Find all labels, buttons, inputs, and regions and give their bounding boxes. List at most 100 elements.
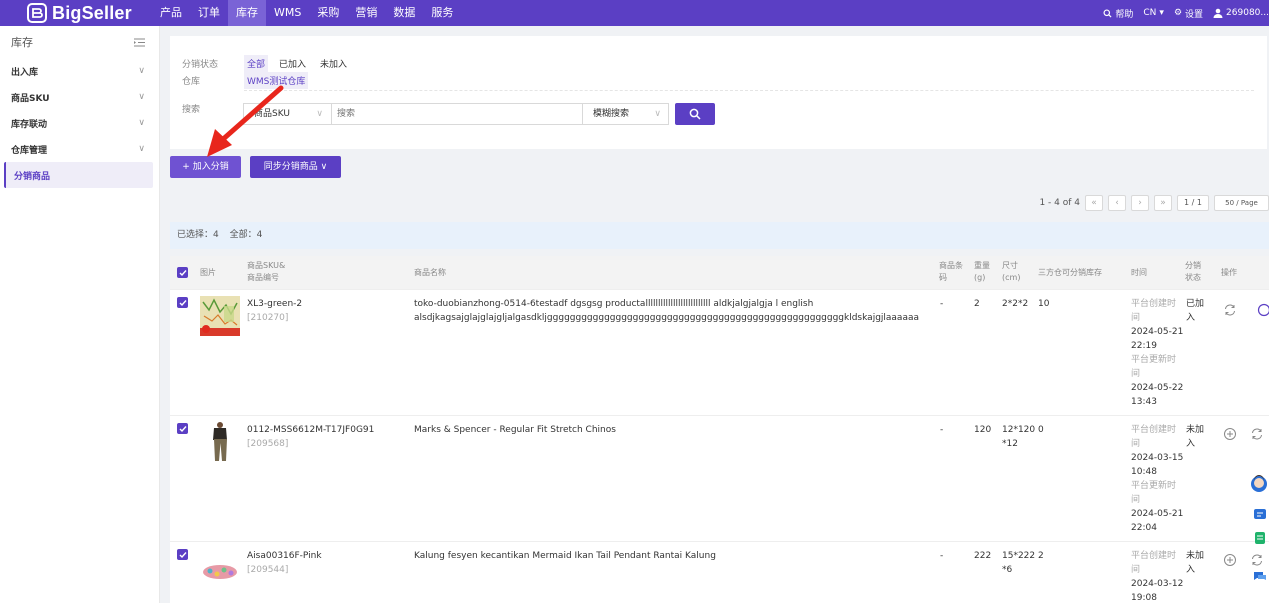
last-page-button[interactable]: » [1154, 195, 1172, 211]
search-mode-select[interactable]: 模糊搜索 ∨ [582, 104, 669, 124]
status-option-not-joined[interactable]: 未加入 [317, 55, 350, 72]
nav-item-product[interactable]: 产品 [152, 0, 190, 26]
nav-item-order[interactable]: 订单 [190, 0, 228, 26]
row-checkbox[interactable] [177, 423, 188, 434]
row-barcode: - [940, 551, 944, 561]
first-page-button[interactable]: « [1085, 195, 1103, 211]
assistant-avatar-icon[interactable] [1251, 472, 1267, 496]
select-all-checkbox[interactable] [177, 267, 188, 278]
row-time-line5: 平台更新时 [1131, 355, 1177, 365]
user-menu[interactable]: 269080... [1213, 8, 1269, 18]
row-time-line6: 间 [1131, 495, 1141, 505]
nav-item-marketing[interactable]: 营销 [347, 0, 385, 26]
nav-item-data[interactable]: 数据 [385, 0, 423, 26]
check-icon [179, 425, 187, 432]
row-time-line8: 22:04 [1131, 523, 1157, 533]
row-status-line2: 入 [1186, 439, 1196, 449]
search-field-select[interactable]: 商品SKU ∨ [244, 104, 332, 124]
refresh-icon[interactable] [1223, 303, 1237, 317]
settings-label: 设置 [1185, 9, 1204, 20]
sidebar-item-product-sku[interactable]: 商品SKU ∨ [0, 84, 159, 110]
chevron-down-icon: ∨ [654, 109, 661, 119]
row-sku: XL3-green-2 [247, 299, 303, 309]
search-button[interactable] [675, 103, 715, 125]
filter-divider [244, 90, 1254, 91]
row-weight: 222 [974, 551, 992, 561]
nav-item-purchase[interactable]: 采购 [309, 0, 347, 26]
search-box: 商品SKU ∨ 模糊搜索 ∨ [243, 103, 669, 125]
sidebar-item-distribution-products[interactable]: 分销商品 [4, 162, 153, 188]
sidebar-item-inventory-sync[interactable]: 库存联动 ∨ [0, 110, 159, 136]
search-input[interactable] [333, 104, 581, 124]
row-time-line4: 10:48 [1131, 467, 1157, 477]
product-thumbnail[interactable] [200, 296, 240, 336]
row-status-line1: 已加 [1186, 299, 1205, 309]
help-link[interactable]: 帮助 [1103, 7, 1133, 20]
row-size-line1: 15*222 [1002, 551, 1036, 561]
table-header: 图片 商品SKU& 商品编号 商品名称 商品条 码 重量 (g) 尺寸 (cm)… [170, 256, 1269, 289]
row-sku: Aisa00316F-Pink [247, 551, 322, 561]
product-image [200, 422, 240, 462]
add-circle-icon[interactable] [1223, 553, 1237, 567]
next-page-button[interactable]: › [1131, 195, 1149, 211]
product-image [200, 296, 240, 336]
nav-item-wms[interactable]: WMS [266, 0, 309, 26]
settings-link[interactable]: ⚙ 设置 [1174, 7, 1203, 20]
row-weight: 120 [974, 425, 992, 435]
check-icon [179, 299, 187, 306]
column-header-size-line1: 尺寸 [1002, 261, 1018, 270]
collapse-menu-icon[interactable] [134, 38, 145, 47]
table-row: Aisa00316F-Pink [209544] Kalung fesyen k… [170, 541, 1269, 603]
note-icon[interactable] [1253, 532, 1267, 544]
row-status-line1: 未加 [1186, 425, 1205, 435]
add-distribution-button[interactable]: + 加入分销 [170, 156, 241, 178]
logo[interactable]: BigSeller [27, 2, 132, 24]
row-time-line3: 2024-05-21 [1131, 327, 1184, 337]
sidebar-item-inbound-outbound[interactable]: 出入库 ∨ [0, 58, 159, 84]
table-row: 0112-MSS6612M-T17JF0G91 [209568] Marks &… [170, 415, 1269, 541]
add-circle-icon[interactable] [1223, 427, 1237, 441]
column-header-weight-line1: 重量 [974, 261, 990, 270]
row-checkbox[interactable] [177, 297, 188, 308]
column-header-sku-line1: 商品SKU& [247, 261, 286, 270]
sidebar-item-warehouse-management[interactable]: 仓库管理 ∨ [0, 136, 159, 162]
sidebar-item-label: 分销商品 [14, 171, 51, 182]
sidebar-title: 库存 [11, 36, 33, 49]
prev-page-button[interactable]: ‹ [1108, 195, 1126, 211]
nav-item-inventory[interactable]: 库存 [228, 0, 266, 26]
chat-icon[interactable] [1253, 570, 1267, 582]
column-header-size-line2: (cm) [1002, 273, 1021, 282]
sync-distribution-button[interactable]: 同步分销商品 ∨ [250, 156, 341, 178]
warehouse-option[interactable]: WMS测试仓库 [244, 72, 309, 89]
check-icon [179, 269, 187, 276]
page-range: 1 - 4 of 4 [1039, 198, 1080, 208]
view-icon[interactable] [1257, 303, 1269, 317]
row-name-line1: Kalung fesyen kecantikan Mermaid Ikan Ta… [414, 551, 716, 561]
gear-icon: ⚙ [1173, 8, 1183, 18]
product-thumbnail[interactable] [200, 548, 240, 588]
row-status-line1: 未加 [1186, 551, 1205, 561]
column-header-ops: 操作 [1221, 268, 1237, 277]
product-thumbnail[interactable] [200, 422, 240, 462]
refresh-icon[interactable] [1250, 427, 1264, 441]
total-count: 全部：4 [229, 230, 263, 240]
status-option-joined[interactable]: 已加入 [276, 55, 309, 72]
language-select[interactable]: CN ▾ [1143, 8, 1164, 18]
row-time-line1: 平台创建时 [1131, 551, 1177, 561]
table-row: XL3-green-2 [210270] toko-duobianzhong-0… [170, 289, 1269, 415]
row-checkbox[interactable] [177, 549, 188, 560]
help-label: 帮助 [1115, 9, 1134, 20]
message-icon[interactable] [1253, 508, 1267, 520]
column-header-barcode-line1: 商品条 [939, 261, 963, 270]
sidebar-item-label: 商品SKU [11, 93, 50, 104]
sidebar-item-label: 出入库 [11, 67, 39, 78]
search-mode-value: 模糊搜索 [593, 109, 630, 119]
row-time-line7: 2024-05-21 [1131, 509, 1184, 519]
column-header-status-line1: 分销 [1185, 261, 1201, 270]
row-size-line1: 12*120 [1002, 425, 1036, 435]
status-option-all[interactable]: 全部 [244, 55, 269, 72]
filter-panel: 分销状态 全部 已加入 未加入 仓库 WMS测试仓库 搜索 商品SKU ∨ 模糊… [170, 36, 1267, 149]
page-size-select[interactable]: 50 / Page [1214, 195, 1269, 211]
nav-item-service[interactable]: 服务 [423, 0, 461, 26]
page-number-input[interactable]: 1 / 1 [1177, 195, 1209, 211]
